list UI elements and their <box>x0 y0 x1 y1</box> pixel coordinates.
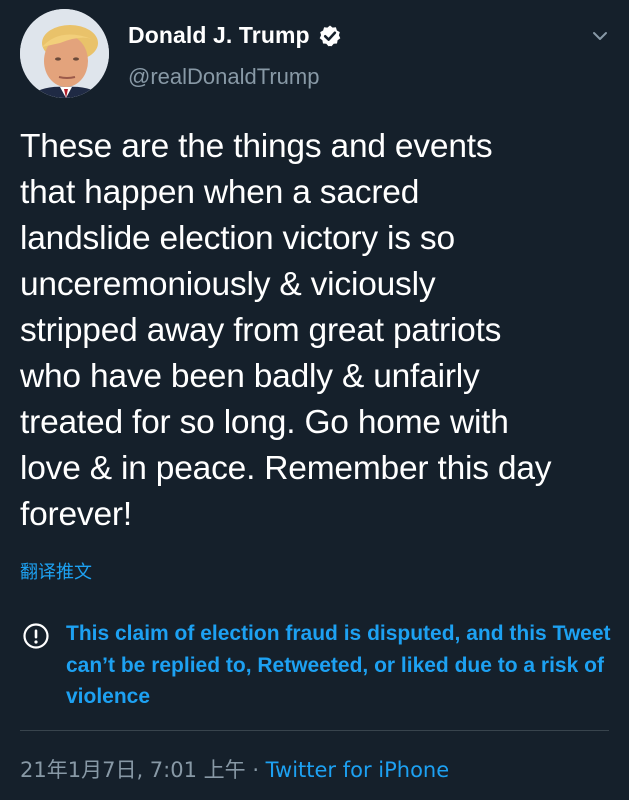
author-name-row[interactable]: Donald J. Trump <box>128 22 342 49</box>
chevron-down-icon[interactable] <box>590 26 610 46</box>
meta-separator: · <box>245 758 266 782</box>
avatar[interactable] <box>20 9 109 98</box>
verified-badge-icon <box>318 24 342 48</box>
tweet-source-link[interactable]: Twitter for iPhone <box>266 758 450 782</box>
tweet-text: These are the things and events that hap… <box>20 128 552 533</box>
author-handle[interactable]: @realDonaldTrump <box>128 64 319 90</box>
avatar-image <box>20 9 109 98</box>
tweet-meta: 21年1月7日, 7:01 上午 · Twitter for iPhone <box>20 754 449 784</box>
tweet-timestamp: 21年1月7日, 7:01 上午 <box>20 758 246 782</box>
translate-tweet-link[interactable]: 翻译推文 <box>20 558 92 584</box>
disputed-claim-notice[interactable]: This claim of election fraud is disputed… <box>66 618 616 713</box>
divider <box>20 730 609 731</box>
exclamation-circle-icon <box>22 622 50 650</box>
author-display-name[interactable]: Donald J. Trump <box>128 22 310 49</box>
